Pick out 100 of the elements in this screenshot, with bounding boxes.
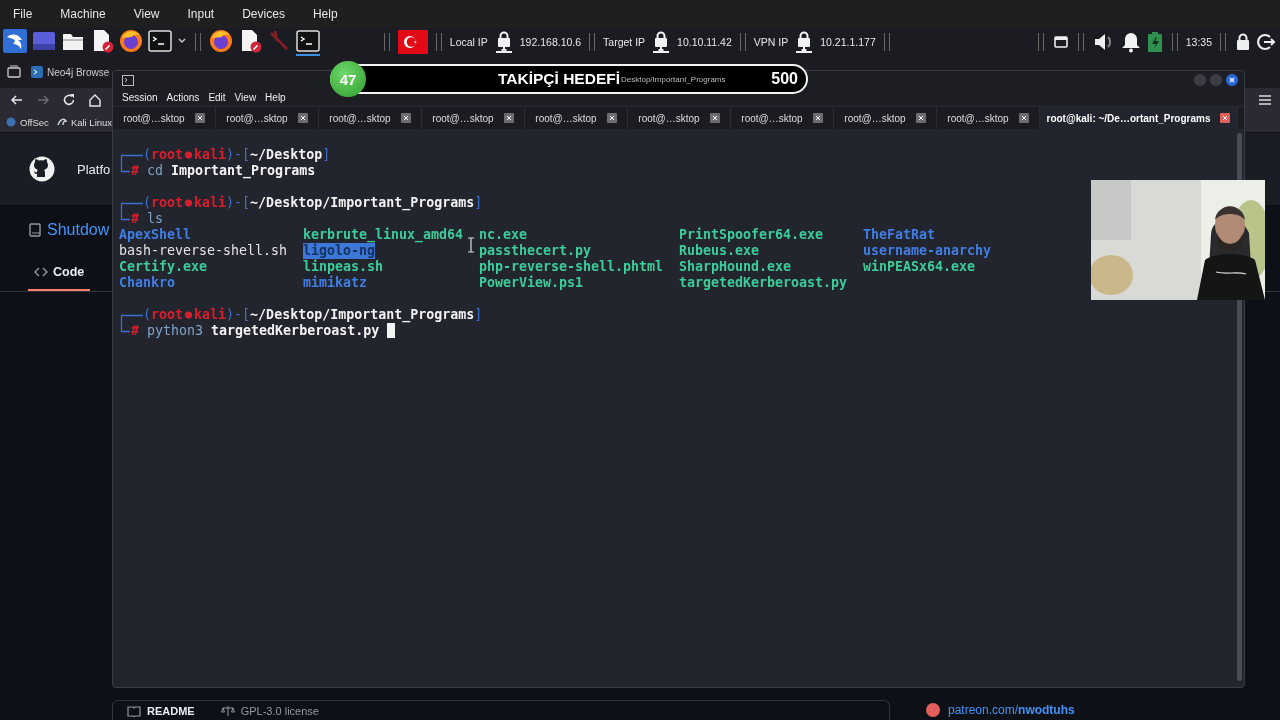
prompt-line: (root kali)-[~/Desktop/Important_Programs]	[143, 307, 484, 323]
close-icon[interactable]	[1220, 113, 1231, 123]
close-button[interactable]	[1226, 74, 1238, 86]
file-name: nc.exe	[479, 227, 528, 243]
goal-target: 500	[771, 70, 798, 88]
ip-label: Local IP	[449, 36, 488, 48]
file-name: Certify.exe	[119, 259, 208, 275]
browser-tab[interactable]: Neo4j Browse	[31, 66, 110, 78]
file-name: PowerView.ps1	[479, 275, 584, 291]
file-name: linpeas.sh	[303, 259, 384, 275]
command-line: # python3 targetedKerberoast.py	[131, 323, 1244, 339]
menu-item[interactable]: Help	[312, 4, 338, 24]
prompt-symbol-icon	[184, 197, 194, 209]
clock: 13:35	[1185, 36, 1212, 48]
license-tab[interactable]: GPL-3.0 license	[240, 704, 319, 717]
command-line: # cd Important_Programs	[131, 163, 317, 179]
logo-icon[interactable]	[29, 156, 55, 182]
command-line: # ls	[131, 211, 165, 227]
prompt-symbol-icon	[184, 309, 194, 321]
file-name: Chankro	[119, 275, 176, 291]
menu-item[interactable]: Actions	[166, 91, 200, 103]
bookmark[interactable]: OffSec	[20, 116, 49, 128]
menu-item[interactable]: Devices	[242, 4, 285, 24]
ip-label: VPN IP	[753, 36, 789, 48]
menu-item[interactable]: Session	[122, 91, 158, 103]
close-icon[interactable]	[709, 113, 720, 123]
site-icon	[31, 66, 43, 78]
bookmark-icon	[6, 117, 16, 127]
close-icon[interactable]	[503, 113, 514, 123]
terminal-tab[interactable]: root@…sktop	[834, 107, 937, 129]
terminal-tab[interactable]: root@…sktop	[422, 107, 525, 129]
file-name: kerbrute_linux_amd64	[303, 227, 464, 243]
tab-overview-icon[interactable]	[7, 65, 21, 79]
ip-address: 192.168.10.6	[519, 36, 582, 48]
terminal-tab[interactable]: root@…sktop	[216, 107, 319, 129]
terminal-tab[interactable]: root@…sktop	[525, 107, 628, 129]
nav-link[interactable]: Platfo	[77, 161, 111, 177]
bookmark-icon	[56, 117, 67, 127]
file-name: php-reverse-shell.phtml	[479, 259, 664, 275]
readme-tab[interactable]: README	[147, 704, 195, 717]
lock-icon[interactable]	[1234, 32, 1252, 52]
menu-item[interactable]: Edit	[208, 91, 226, 103]
book-icon	[29, 223, 41, 237]
file-name: targetedKerberoast.py	[679, 275, 848, 291]
file-name: TheFatRat	[863, 227, 936, 243]
file-name: Rubeus.exe	[679, 243, 760, 259]
menu-item[interactable]: Machine	[60, 4, 106, 24]
close-icon[interactable]	[194, 113, 205, 123]
flag-icon	[397, 30, 428, 54]
repo-tab[interactable]: Code	[28, 255, 91, 291]
prompt-line: (root kali)-[~/Desktop]	[143, 147, 332, 163]
file-name: winPEASx64.exe	[863, 259, 976, 275]
close-icon[interactable]	[297, 113, 308, 123]
battery-icon[interactable]	[1145, 31, 1164, 53]
menu-item[interactable]: View	[133, 4, 160, 24]
close-icon[interactable]	[915, 113, 926, 123]
file-name: username-anarchy	[863, 243, 992, 259]
file-name: ligolo-ng	[303, 243, 376, 259]
prompt-symbol-icon	[184, 149, 194, 161]
close-icon[interactable]	[400, 113, 411, 123]
menu-item[interactable]: Help	[265, 91, 286, 103]
sponsor-link[interactable]: patreon.com/nwodtuhs	[948, 703, 1075, 717]
menu-item[interactable]: Input	[187, 4, 215, 24]
terminal-tab[interactable]: root@…sktop	[731, 107, 834, 129]
ip-label: Target IP	[603, 36, 646, 48]
text-cursor-icon	[467, 237, 475, 253]
menu-icon[interactable]	[1258, 94, 1272, 106]
ip-address: 10.21.1.177	[820, 36, 876, 48]
menu-item[interactable]: File	[13, 4, 33, 24]
file-name: SharpHound.exe	[679, 259, 792, 275]
window-icon[interactable]	[1051, 33, 1070, 51]
terminal-tab[interactable]: root@…sktop	[628, 107, 731, 129]
menu-item[interactable]: View	[234, 91, 257, 103]
repo-name[interactable]: Shutdow	[47, 221, 110, 239]
close-icon[interactable]	[606, 113, 617, 123]
network-lock-icon	[651, 30, 672, 54]
avatar-icon	[926, 703, 940, 717]
terminal-tab[interactable]: root@…sktop	[319, 107, 422, 129]
home-icon[interactable]	[87, 92, 103, 108]
goal-title: TAKİPÇİ HEDEFİ	[498, 70, 620, 88]
close-icon[interactable]	[1018, 113, 1029, 123]
ip-address: 10.10.11.42	[677, 36, 732, 48]
terminal-icon[interactable]	[296, 28, 320, 56]
scale-icon	[220, 704, 235, 717]
network-lock-icon	[493, 30, 514, 54]
terminal-tab[interactable]: root@…sktop	[113, 107, 216, 129]
terminal-icon	[122, 74, 134, 86]
bookmark[interactable]: Kali Linux	[70, 116, 113, 128]
window-title: Desktop/Important_Programs	[621, 74, 726, 84]
close-icon[interactable]	[812, 113, 823, 123]
file-name: mimikatz	[303, 275, 368, 291]
file-name: bash-reverse-shell.sh	[119, 243, 288, 259]
book-icon	[127, 704, 141, 717]
file-name: PrintSpoofer64.exe	[679, 227, 824, 243]
code-icon	[34, 266, 48, 278]
logout-icon[interactable]	[1256, 32, 1276, 52]
terminal-tab[interactable]: root@kali: ~/De…ortant_Programs	[1040, 107, 1238, 129]
network-lock-icon	[794, 30, 815, 54]
file-name: passthecert.py	[479, 243, 592, 259]
reload-icon[interactable]	[61, 92, 77, 108]
